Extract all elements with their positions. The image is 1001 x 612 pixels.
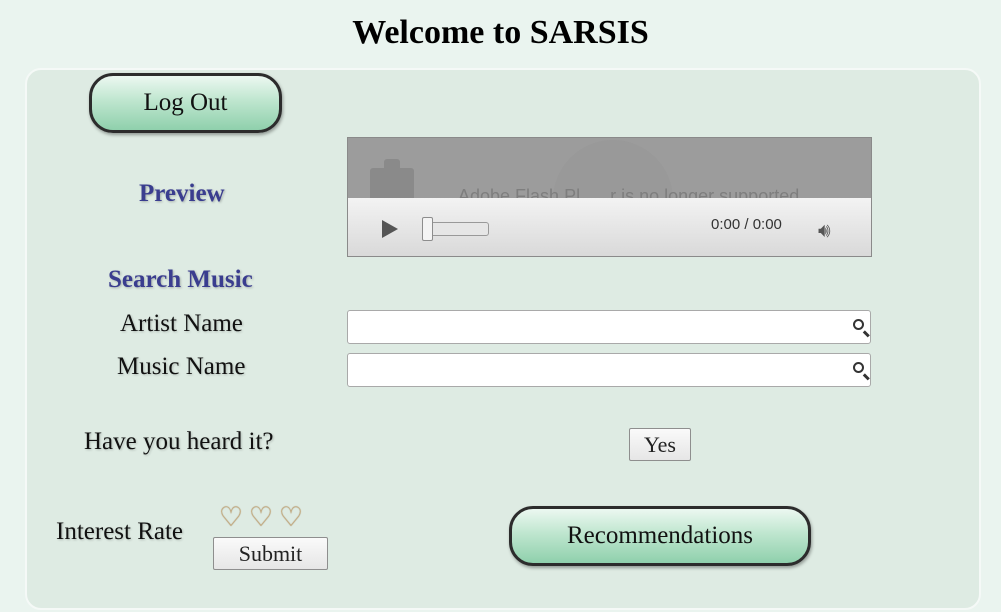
- play-icon[interactable]: [382, 220, 398, 238]
- yes-button[interactable]: Yes: [629, 428, 691, 461]
- logout-button[interactable]: Log Out: [89, 73, 282, 133]
- player-controls: 0:00 / 0:00 🔊︎: [348, 198, 871, 256]
- seek-knob[interactable]: [422, 217, 433, 241]
- audio-player[interactable]: Adobe Flash Pl___r is no longer supporte…: [347, 137, 872, 257]
- artist-name-label: Artist Name: [120, 310, 243, 337]
- heart-rating[interactable]: ♡ ♡ ♡: [216, 503, 306, 533]
- page-title: Welcome to SARSIS: [352, 14, 649, 51]
- recommendations-button[interactable]: Recommendations: [509, 506, 811, 566]
- heart-icon[interactable]: ♡: [216, 503, 246, 533]
- search-music-label: Search Music: [108, 266, 253, 293]
- artist-search-box: [347, 310, 871, 344]
- interest-rate-label: Interest Rate: [56, 518, 184, 545]
- heart-icon[interactable]: ♡: [276, 503, 306, 533]
- music-search-box: [347, 353, 871, 387]
- search-icon[interactable]: [853, 362, 864, 373]
- time-display: 0:00 / 0:00: [711, 216, 782, 233]
- heart-icon[interactable]: ♡: [246, 503, 276, 533]
- heard-question-label: Have you heard it?: [84, 428, 274, 455]
- music-name-input[interactable]: [354, 356, 838, 386]
- artist-name-input[interactable]: [354, 313, 838, 343]
- preview-label: Preview: [139, 180, 225, 207]
- search-icon[interactable]: [853, 319, 864, 330]
- submit-button[interactable]: Submit: [213, 537, 328, 570]
- music-name-label: Music Name: [117, 353, 246, 380]
- seek-slider[interactable]: [422, 217, 489, 241]
- volume-icon[interactable]: 🔊︎: [818, 218, 831, 242]
